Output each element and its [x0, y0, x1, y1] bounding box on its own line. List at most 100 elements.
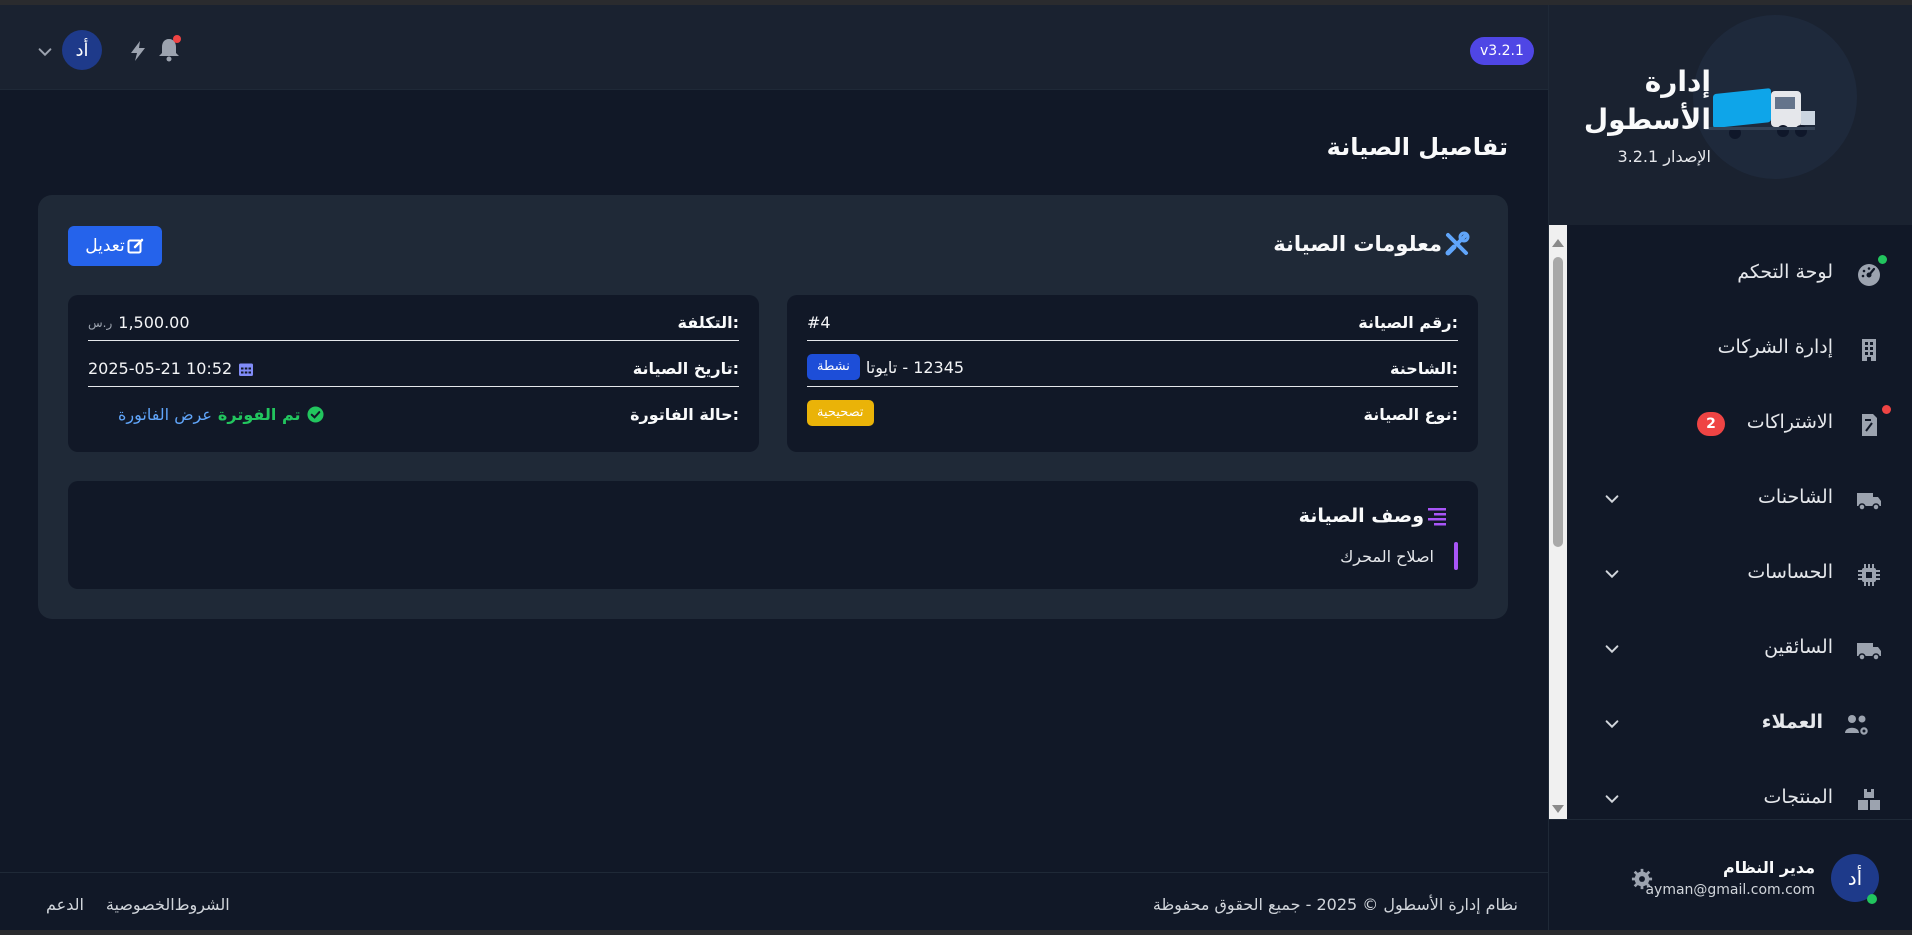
user-avatar[interactable]: أد [62, 30, 102, 70]
footer: نظام إدارة الأسطول © 2025 - جميع الحقوق … [0, 872, 1548, 930]
sidebar-item-sensors[interactable]: الحساسات [1567, 545, 1912, 605]
edit-button-label: تعديل [85, 236, 125, 256]
cost-value: 1,500.00 [118, 313, 190, 332]
chevron-down-icon[interactable] [36, 43, 54, 61]
maintenance-card: معلومات الصيانة تعديل رقم الصيانة: #4 ال… [38, 195, 1508, 619]
sidebar-item-dashboard[interactable]: لوحة التحكم [1567, 245, 1912, 305]
top-header: أد v3.2.1 [0, 5, 1548, 90]
section-title-text: معلومات الصيانة [1273, 232, 1442, 256]
sidebar-item-label: الحساسات [1747, 561, 1833, 583]
sidebar-scrollbar[interactable] [1549, 225, 1567, 819]
sidebar-item-label: العملاء [1761, 711, 1823, 733]
boxes-icon [1858, 789, 1880, 810]
sidebar-item-companies[interactable]: إدارة الشركات [1567, 320, 1912, 380]
truck-icon [1857, 493, 1881, 511]
footer-link-terms[interactable]: الشروط [175, 895, 230, 914]
sidebar-item-drivers[interactable]: السائقين [1567, 620, 1912, 680]
calendar-icon [239, 363, 254, 376]
sidebar-item-subscriptions[interactable]: الاشتراكات 2 [1567, 395, 1912, 455]
chevron-down-icon[interactable] [1603, 565, 1621, 583]
maintenance-info-box: رقم الصيانة: #4 الشاحنة: 12345 - تايوتا … [787, 295, 1478, 452]
maintenance-type-badge: تصحيحية [807, 400, 874, 426]
brand-area: إدارة الأسطول الإصدار 3.2.1 [1549, 5, 1912, 225]
sidebar-item-label: الاشتراكات [1746, 411, 1833, 433]
user-panel: أد مدير النظام ayman@gmail.com.com [1549, 819, 1912, 930]
sidebar-item-label: لوحة التحكم [1737, 261, 1833, 283]
date-label: تاريخ الصيانة: [632, 359, 739, 378]
sidebar-item-label: إدارة الشركات [1717, 336, 1833, 358]
sidebar-item-trucks[interactable]: الشاحنات [1567, 470, 1912, 530]
chevron-down-icon[interactable] [1603, 490, 1621, 508]
brand-version: الإصدار 3.2.1 [1617, 147, 1711, 166]
truck-value-group: 12345 - تايوتا نشطة [807, 354, 964, 380]
align-right-icon [1428, 508, 1446, 526]
notifications-button[interactable] [156, 35, 182, 63]
brand-title: إدارة الأسطول [1583, 65, 1711, 136]
user-name: مدير النظام [1722, 858, 1815, 877]
sidebar-item-label: السائقين [1764, 636, 1833, 658]
footer-link-privacy[interactable]: الخصوصية [106, 895, 175, 914]
footer-link-group: الخصوصية الشروط [106, 895, 230, 914]
date-value-group: 2025-05-21 10:52 [88, 359, 254, 378]
chevron-down-icon[interactable] [1603, 790, 1621, 808]
sidebar-nav: لوحة التحكم إدارة الشركات الاشتراكات 2 ا… [1567, 225, 1912, 819]
section-title: معلومات الصيانة [1273, 231, 1470, 257]
users-gear-icon [1845, 715, 1870, 737]
cost-currency: ر.س [88, 315, 113, 330]
online-dot [1878, 255, 1887, 264]
invoice-label: حالة الفاتورة: [630, 405, 739, 424]
truck-value[interactable]: 12345 - تايوتا [866, 358, 964, 377]
dashboard-gauge-icon [1858, 264, 1880, 286]
bell-icon [159, 35, 181, 62]
maintenance-type-value: تصحيحية [807, 400, 874, 426]
app-window: أد v3.2.1 تفاصيل الصيانة معلومات الصيانة [0, 5, 1912, 930]
description-title: وصف الصيانة [1299, 505, 1448, 527]
online-dot [1867, 894, 1877, 904]
building-icon [1862, 339, 1876, 361]
invoice-status: تم الفوترة [217, 405, 301, 424]
truck-row: الشاحنة: 12345 - تايوتا نشطة [807, 341, 1458, 387]
description-title-text: وصف الصيانة [1298, 505, 1424, 527]
footer-links: الدعم الخصوصية الشروط [46, 895, 230, 914]
truck-icon [1857, 643, 1881, 661]
lightning-icon[interactable] [126, 39, 150, 63]
cost-row: التكلفة: 1,500.00 ر.س [88, 295, 739, 341]
truck-status-badge: نشطة [807, 354, 860, 380]
cost-label: التكلفة: [677, 313, 739, 332]
receipt-icon [1862, 414, 1877, 436]
footer-link-support[interactable]: الدعم [46, 895, 84, 914]
sidebar-item-clients[interactable]: العملاء [1567, 695, 1912, 755]
sidebar-item-label: المنتجات [1763, 786, 1833, 808]
invoice-row: حالة الفاتورة: تم الفوترة عرض الفاتورة [88, 387, 739, 433]
scrollbar-thumb[interactable] [1553, 257, 1563, 547]
maintenance-type-row: نوع الصيانة: تصحيحية [807, 387, 1458, 433]
cost-info-box: التكلفة: 1,500.00 ر.س تاريخ الصيانة: 202… [68, 295, 759, 452]
invoice-value-group: تم الفوترة عرض الفاتورة [118, 405, 324, 424]
gear-icon[interactable] [1631, 868, 1653, 890]
chevron-down-icon[interactable] [1603, 640, 1621, 658]
cost-value-group: 1,500.00 ر.س [88, 313, 190, 332]
check-circle-icon [306, 406, 324, 423]
scroll-down-arrow[interactable] [1552, 805, 1564, 813]
sidebar-item-label: الشاحنات [1758, 486, 1833, 508]
scroll-up-arrow[interactable] [1552, 239, 1564, 247]
description-box: وصف الصيانة اصلاح المحرك [68, 481, 1478, 589]
description-accent-bar [1454, 542, 1458, 570]
tools-icon [1445, 231, 1470, 256]
edit-button[interactable]: تعديل [68, 226, 162, 266]
date-value: 2025-05-21 10:52 [88, 359, 233, 378]
user-email: ayman@gmail.com.com [1645, 882, 1815, 898]
page-title: تفاصيل الصيانة [1326, 133, 1508, 161]
version-badge: v3.2.1 [1470, 37, 1534, 65]
view-invoice-link[interactable]: عرض الفاتورة [118, 405, 212, 424]
date-row: تاريخ الصيانة: 2025-05-21 10:52 [88, 341, 739, 387]
description-text: اصلاح المحرك [1340, 547, 1434, 566]
alert-dot [1882, 405, 1891, 414]
chevron-down-icon[interactable] [1603, 715, 1621, 733]
maintenance-number-label: رقم الصيانة: [1358, 313, 1458, 332]
sidebar: إدارة الأسطول الإصدار 3.2.1 لوحة التحكم … [1548, 5, 1912, 930]
subscriptions-badge: 2 [1697, 412, 1725, 436]
maintenance-type-label: نوع الصيانة: [1363, 405, 1458, 424]
truck-label: الشاحنة: [1390, 359, 1458, 378]
truck-logo-icon [1705, 88, 1815, 139]
